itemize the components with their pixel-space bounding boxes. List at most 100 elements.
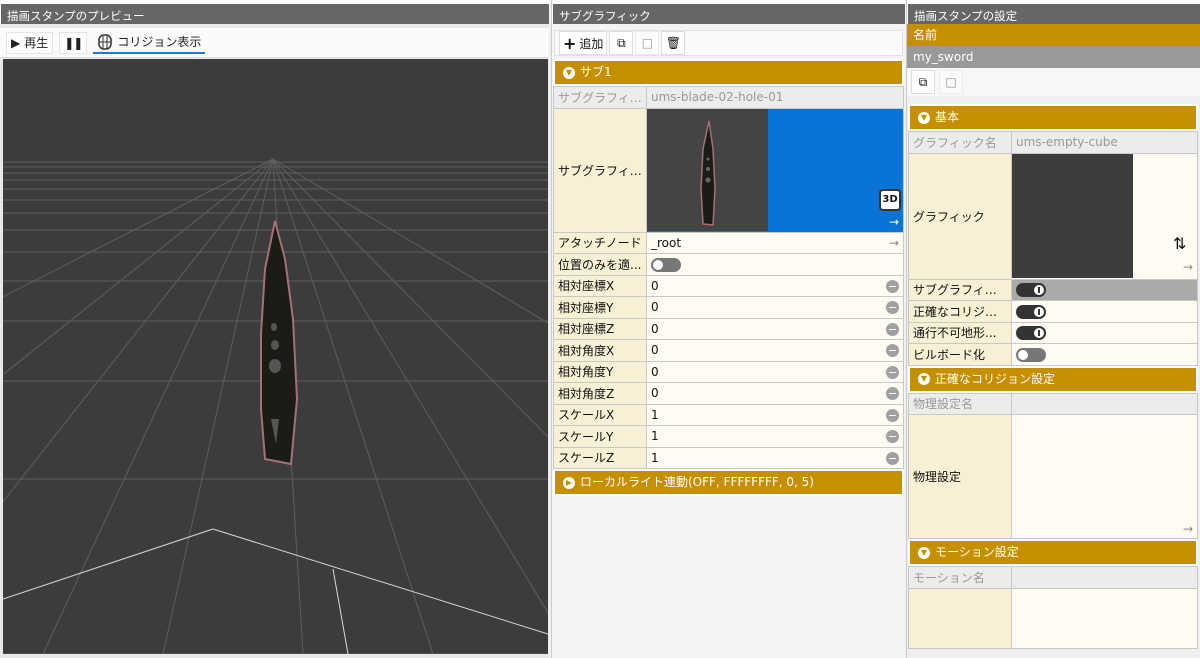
minus-icon[interactable]: −	[886, 451, 899, 465]
key-motion	[908, 587, 1012, 649]
minus-icon[interactable]: −	[886, 322, 899, 336]
pos-y-value: 0	[651, 300, 659, 315]
minus-icon[interactable]: −	[886, 387, 899, 400]
collision-label: コリジョン表示	[117, 35, 202, 49]
preview-title: 描画スタンプのプレビュー	[0, 0, 549, 24]
value-physics[interactable]: →	[1011, 414, 1198, 539]
value-physics-name	[1011, 392, 1198, 415]
add-label: 追加	[579, 36, 604, 51]
section-basic[interactable]: ▼ 基本	[908, 104, 1198, 131]
arrow-right-icon: →	[1182, 522, 1193, 536]
minus-icon[interactable]: −	[886, 365, 899, 379]
section-sub1-label: サブ1	[580, 65, 612, 79]
chevron-down-icon: ▼	[918, 373, 930, 385]
paste-icon: □	[641, 36, 654, 50]
axis-lines	[3, 528, 548, 654]
key-exact-collision: 正確なコリジョン...	[908, 300, 1012, 323]
value-pos-x[interactable]: 0−	[646, 274, 904, 297]
minus-icon[interactable]: −	[886, 430, 899, 443]
position-only-toggle[interactable]	[651, 257, 681, 272]
row-angle-x: 相対角度X 0−	[553, 339, 904, 362]
name-value[interactable]: my_sword	[907, 46, 1200, 68]
settings-toolbar: ⧉ □	[907, 68, 1200, 96]
graphic-thumbnail-cell[interactable]: ⇅ →	[1011, 152, 1198, 280]
value-exact-collision	[1011, 300, 1198, 323]
row-scale-x: スケールX 1−	[553, 403, 904, 426]
row-exact-collision: 正確なコリジョン...	[908, 300, 1198, 323]
value-attach-node[interactable]: _root →	[646, 231, 904, 254]
basic-properties: グラフィック名 ums-empty-cube グラフィック ⇅ → サブグラフィッ…	[908, 131, 1198, 366]
minus-icon[interactable]: −	[886, 344, 899, 357]
key-graphic-name: グラフィック名	[908, 131, 1012, 154]
play-label: 再生	[24, 36, 49, 50]
value-graphic-name: ums-empty-cube	[1011, 131, 1198, 154]
angle-x-value: 0	[651, 343, 659, 358]
value-scale-z[interactable]: 1−	[646, 446, 904, 469]
scale-y-value: 1	[651, 429, 659, 444]
value-angle-z[interactable]: 0−	[646, 382, 904, 405]
value-angle-x[interactable]: 0−	[646, 339, 904, 362]
subgraphic-content: ▼ サブ1 サブグラフィック名ums-blade-02-hole-01 サブグラフ…	[553, 59, 904, 496]
row-angle-z: 相対角度Z 0−	[553, 382, 904, 405]
value-scale-x[interactable]: 1−	[646, 403, 904, 426]
subgraphic-toggle[interactable]	[1016, 283, 1046, 297]
pos-z-value: 0	[651, 321, 659, 336]
section-exact-collision[interactable]: ▼ 正確なコリジョン設定	[908, 365, 1198, 393]
3d-viewport[interactable]	[3, 59, 548, 654]
row-physics: 物理設定 →	[908, 414, 1198, 539]
collision-toggle-button[interactable]: コリジョン表示	[93, 32, 206, 54]
exact-collision-toggle[interactable]	[1016, 304, 1046, 319]
blade-thumbnail	[700, 120, 716, 226]
pause-icon: ❚❚	[64, 35, 83, 50]
delete-button[interactable]: 🗑	[661, 31, 686, 55]
play-icon: ▶	[11, 35, 21, 50]
key-subgraphic-name: サブグラフィック名	[553, 86, 647, 109]
pause-button[interactable]: ❚❚	[59, 31, 88, 54]
value-billboard	[1011, 343, 1198, 366]
collision-properties: 物理設定名 物理設定 →	[908, 392, 1198, 539]
row-motion	[908, 587, 1198, 649]
row-graphic-name: グラフィック名 ums-empty-cube	[908, 131, 1198, 154]
minus-icon[interactable]: −	[886, 408, 899, 422]
angle-y-value: 0	[651, 364, 659, 379]
trash-icon: 🗑	[665, 36, 682, 50]
key-pos-y: 相対座標Y	[553, 296, 647, 319]
row-position-only: 位置のみを適...	[553, 253, 904, 276]
row-motion-name: モーション名	[908, 566, 1198, 589]
minus-icon[interactable]: −	[886, 301, 899, 314]
section-motion[interactable]: ▼ モーション設定	[908, 539, 1198, 566]
billboard-toggle[interactable]	[1016, 347, 1046, 362]
key-subgraphic: サブグラフィック	[553, 107, 647, 233]
value-angle-y[interactable]: 0−	[646, 360, 904, 383]
chevron-down-icon: ▼	[918, 546, 930, 559]
section-basic-label: 基本	[935, 110, 960, 124]
minus-icon[interactable]: −	[886, 279, 899, 293]
play-button[interactable]: ▶ 再生	[6, 31, 54, 54]
graphic-thumbnail	[1012, 154, 1133, 278]
key-scale-y: スケールY	[553, 425, 647, 448]
value-scale-y[interactable]: 1−	[646, 425, 904, 448]
subgraphic-title: サブグラフィック	[552, 0, 905, 24]
key-angle-x: 相対角度X	[553, 339, 647, 362]
sword-model	[260, 220, 299, 466]
section-motion-label: モーション設定	[935, 545, 1019, 559]
value-motion[interactable]	[1011, 587, 1198, 649]
paste-button[interactable]: □	[635, 31, 660, 55]
copy-button[interactable]: ⧉	[911, 70, 935, 94]
impassable-toggle[interactable]	[1016, 326, 1046, 340]
copy-button[interactable]: ⧉	[609, 31, 634, 55]
subgraphic-thumbnail-cell[interactable]: 3D →	[646, 107, 904, 233]
add-button[interactable]: + 追加	[559, 31, 608, 55]
angle-z-value: 0	[651, 386, 659, 401]
value-pos-z[interactable]: 0−	[646, 317, 904, 340]
key-physics-name: 物理設定名	[908, 392, 1012, 415]
settings-panel: 描画スタンプの設定 名前 my_sword ⧉ □ ▼ 基本 グラフィック名 ums…	[906, 0, 1200, 658]
paste-button[interactable]: □	[939, 70, 963, 94]
scale-z-value: 1	[651, 450, 659, 465]
section-sub1[interactable]: ▼ サブ1	[553, 59, 904, 86]
row-attach-node[interactable]: アタッチノード _root →	[553, 231, 904, 254]
row-pos-y: 相対座標Y 0−	[553, 296, 904, 319]
value-pos-y[interactable]: 0−	[646, 296, 904, 319]
section-local-light[interactable]: ▶ ローカルライト連動(OFF, FFFFFFFF, 0, 5)	[553, 469, 904, 496]
arrow-right-icon: →	[888, 214, 899, 229]
